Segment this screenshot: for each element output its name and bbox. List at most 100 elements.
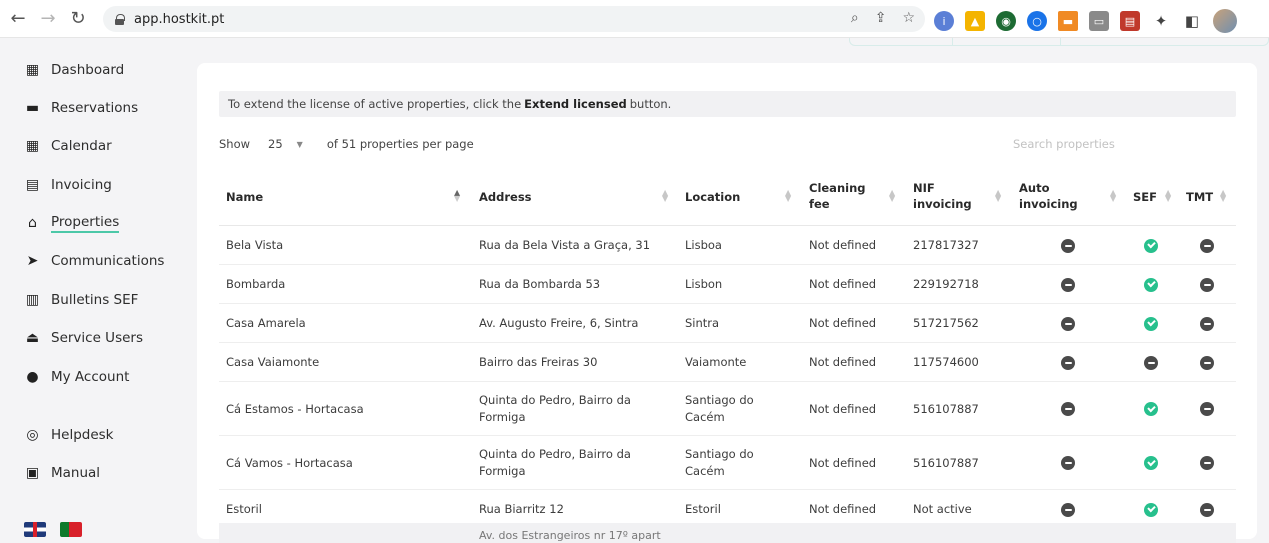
sef-check-icon bbox=[1144, 316, 1158, 331]
sef-check-icon bbox=[1144, 502, 1158, 517]
page-size-select[interactable]: 25 ▼ bbox=[268, 137, 303, 151]
sidebar-item-reservations[interactable]: ▬ Reservations bbox=[24, 96, 138, 120]
property-address-line: Formiga bbox=[479, 410, 526, 424]
auto-invoicing-minus-icon bbox=[1061, 502, 1075, 517]
sidebar-item-dashboard[interactable]: ▦ Dashboard bbox=[24, 58, 124, 82]
property-address: Rua da Bombarda 53 bbox=[479, 276, 600, 293]
tmt-minus-icon bbox=[1200, 316, 1214, 331]
col-nif-invoicing[interactable]: NIF invoicing bbox=[913, 180, 972, 212]
table-row[interactable]: Cá Estamos - Hortacasa Quinta do Pedro, B… bbox=[219, 382, 1236, 436]
sef-check-icon bbox=[1144, 456, 1158, 470]
table-row-partial[interactable] bbox=[219, 523, 1236, 543]
top-tab-strip[interactable] bbox=[849, 38, 1269, 46]
property-address-line: Quinta do Pedro, Bairro da bbox=[479, 447, 631, 461]
search-input[interactable]: Search properties bbox=[1013, 137, 1115, 151]
puzzle-icon[interactable]: ✦ bbox=[1151, 11, 1171, 31]
pagination-controls: Show 25 ▼ of 51 properties per page bbox=[219, 137, 474, 151]
sidebar-item-bulletins-sef[interactable]: ▥ Bulletins SEF bbox=[24, 288, 139, 312]
auto-invoicing-minus-icon bbox=[1061, 402, 1075, 416]
col-address[interactable]: Address bbox=[479, 189, 532, 205]
home-icon: ⌂ bbox=[28, 215, 37, 231]
property-name: Cá Estamos - Hortacasa bbox=[226, 401, 364, 416]
invoice-icon: ▤ bbox=[25, 177, 40, 193]
zoom-icon[interactable]: ⌕ bbox=[851, 10, 859, 26]
forward-icon[interactable]: → bbox=[36, 7, 60, 31]
dashboard-icon: ▦ bbox=[25, 62, 40, 78]
sidebar-item-my-account[interactable]: ● My Account bbox=[24, 365, 129, 389]
lock-icon bbox=[115, 13, 125, 25]
property-location-line: Lisboa bbox=[685, 238, 722, 252]
back-icon[interactable]: ← bbox=[6, 7, 30, 31]
eject-icon: ⏏ bbox=[25, 330, 40, 346]
sef-minus-icon bbox=[1144, 355, 1158, 370]
sidebar-item-properties[interactable]: ⌂ Properties bbox=[24, 211, 120, 235]
property-location: Lisbon bbox=[685, 276, 722, 293]
sort-icon[interactable]: ▲ ▼ bbox=[1220, 189, 1226, 203]
extension-icon[interactable]: ○ bbox=[1027, 11, 1047, 31]
table-row[interactable]: Cá Vamos - Hortacasa Quinta do Pedro, Bai… bbox=[219, 436, 1236, 490]
table-row[interactable]: Bombarda Rua da Bombarda 53 Lisbon Not defi… bbox=[219, 265, 1236, 304]
auto-invoicing-minus-icon bbox=[1061, 238, 1075, 253]
flag-pt-icon[interactable] bbox=[60, 522, 82, 537]
nif-invoicing: 117574600 bbox=[913, 355, 979, 369]
drive-icon[interactable]: ▲ bbox=[965, 11, 985, 31]
extension-icon[interactable]: i bbox=[934, 11, 954, 31]
extension-icon[interactable]: ▬ bbox=[1058, 11, 1078, 31]
sort-icon[interactable]: ▲ ▼ bbox=[1110, 189, 1116, 203]
property-location: Vaiamonte bbox=[685, 354, 746, 371]
sort-icon[interactable]: ▲ ▼ bbox=[995, 189, 1001, 203]
property-address-line: Rua Biarritz 12 bbox=[479, 502, 564, 516]
extension-icon[interactable]: ◉ bbox=[996, 11, 1016, 31]
table-row[interactable]: Casa Amarela Av. Augusto Freire, 6, Sintr… bbox=[219, 304, 1236, 343]
nif-invoicing: 517217562 bbox=[913, 316, 979, 330]
table-row[interactable]: Bela Vista Rua da Bela Vista a Graça, 31 L… bbox=[219, 226, 1236, 265]
cleaning-fee: Not defined bbox=[809, 277, 877, 291]
property-name: Bela Vista bbox=[226, 238, 284, 252]
send-icon: ➤ bbox=[26, 253, 39, 269]
col-auto-invoicing[interactable]: Auto invoicing bbox=[1019, 180, 1078, 212]
properties-card: To extend the license of active properti… bbox=[197, 63, 1257, 543]
col-cleaning-fee[interactable]: Cleaning fee bbox=[809, 180, 866, 212]
sort-icon[interactable]: ▲ ▼ bbox=[889, 189, 895, 203]
avatar[interactable] bbox=[1213, 9, 1237, 33]
col-tmt[interactable]: TMT bbox=[1186, 189, 1213, 205]
tmt-minus-icon bbox=[1200, 355, 1214, 370]
bed-icon: ▬ bbox=[25, 100, 40, 116]
tmt-minus-icon bbox=[1200, 238, 1214, 253]
lifebuoy-icon: ◎ bbox=[26, 427, 39, 443]
property-location: Lisboa bbox=[685, 237, 722, 254]
col-sef[interactable]: SEF bbox=[1133, 189, 1157, 205]
cleaning-fee: Not defined bbox=[809, 316, 877, 330]
sidebar-item-manual[interactable]: ▣ Manual bbox=[24, 461, 100, 485]
sort-icon[interactable]: ▲ ▼ bbox=[662, 189, 668, 203]
share-icon[interactable]: ⇪ bbox=[875, 10, 887, 26]
star-icon[interactable]: ☆ bbox=[902, 10, 915, 26]
per-page-text: of 51 properties per page bbox=[326, 137, 474, 151]
property-location-line: Cacém bbox=[685, 464, 725, 478]
col-location[interactable]: Location bbox=[685, 189, 740, 205]
extension-icon[interactable]: ▭ bbox=[1089, 11, 1109, 31]
col-name[interactable]: Name bbox=[226, 189, 263, 205]
sidebar-item-communications[interactable]: ➤ Communications bbox=[24, 249, 165, 273]
address-bar[interactable]: app.hostkit.pt ⌕ ⇪ ☆ bbox=[103, 6, 925, 32]
sidebar-item-calendar[interactable]: ▦ Calendar bbox=[24, 134, 112, 158]
sort-asc-icon[interactable]: ▲ ▼ bbox=[454, 189, 460, 203]
reload-icon[interactable]: ↻ bbox=[66, 7, 90, 31]
sidebar-item-service-users[interactable]: ⏏ Service Users bbox=[24, 326, 143, 350]
flag-en-icon[interactable] bbox=[24, 522, 46, 537]
sidebar-item-helpdesk[interactable]: ◎ Helpdesk bbox=[24, 423, 113, 447]
cleaning-fee: Not defined bbox=[809, 401, 877, 416]
property-address: Rua Biarritz 12 bbox=[479, 501, 564, 518]
sort-icon[interactable]: ▲ ▼ bbox=[1165, 189, 1171, 203]
nif-invoicing: 217817327 bbox=[913, 238, 979, 252]
table-row[interactable]: Casa Vaiamonte Bairro das Freiras 30 Vaiam… bbox=[219, 343, 1236, 382]
property-location-line: Santiago do bbox=[685, 447, 754, 461]
sidepanel-icon[interactable]: ◧ bbox=[1182, 11, 1202, 31]
sidebar-item-invoicing[interactable]: ▤ Invoicing bbox=[24, 173, 112, 197]
property-name: Estoril bbox=[226, 502, 262, 516]
property-location: Sintra bbox=[685, 315, 719, 332]
nif-invoicing: 516107887 bbox=[913, 401, 979, 416]
cleaning-fee: Not defined bbox=[809, 502, 877, 516]
extension-icon[interactable]: ▤ bbox=[1120, 11, 1140, 31]
sort-icon[interactable]: ▲ ▼ bbox=[785, 189, 791, 203]
